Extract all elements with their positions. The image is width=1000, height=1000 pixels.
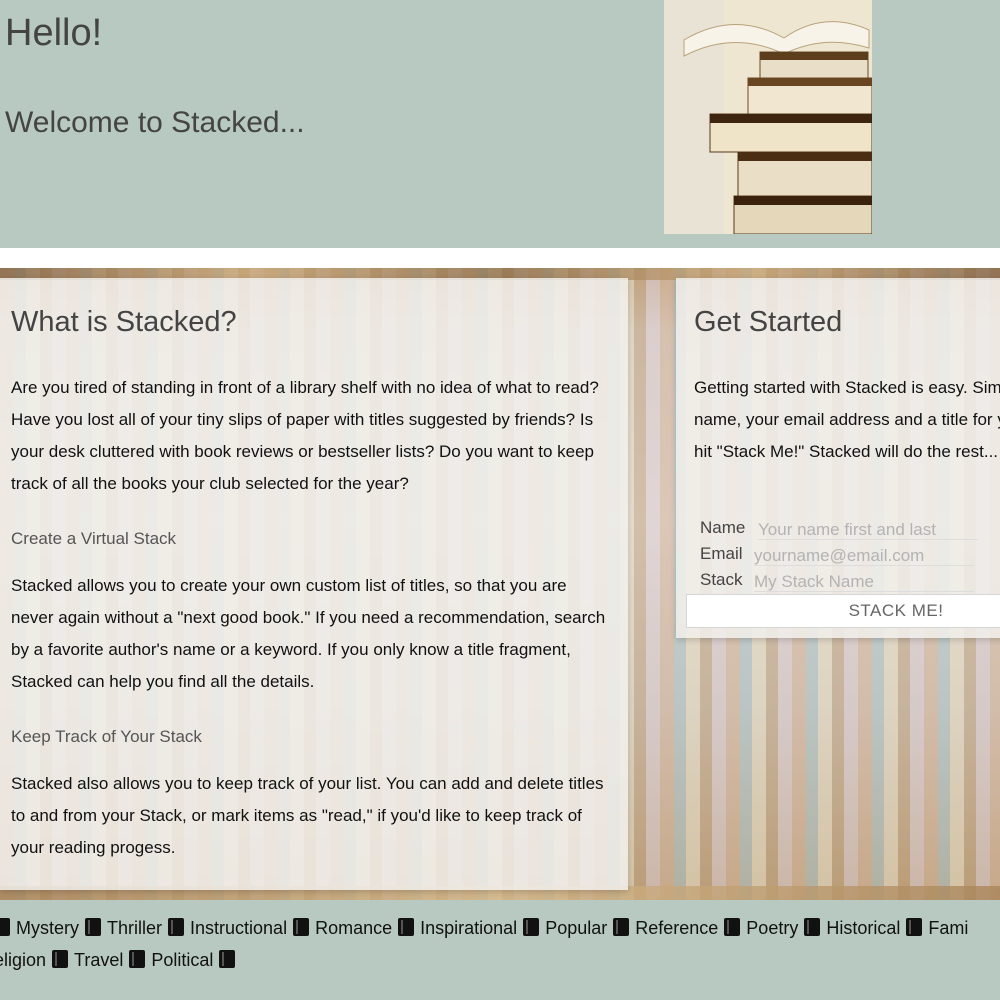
- genre-item[interactable]: Thriller: [107, 912, 162, 944]
- genre-row: eligion Travel Political: [0, 944, 1000, 976]
- genre-label: Instructional: [190, 918, 288, 938]
- stacked-books-image: [664, 0, 872, 234]
- book-icon: [219, 950, 236, 968]
- book-icon: [0, 918, 10, 936]
- genre-item[interactable]: eligion: [0, 944, 46, 976]
- get-started-title: Get Started: [694, 306, 843, 338]
- genre-item[interactable]: Historical: [826, 912, 900, 944]
- header: Hello! Welcome to Stacked...: [0, 0, 1000, 248]
- genre-label: Political: [151, 950, 214, 970]
- name-input[interactable]: [758, 520, 978, 540]
- genre-item[interactable]: Fami: [928, 912, 968, 944]
- track-stack-text: Stacked also allows you to keep track of…: [11, 774, 604, 857]
- create-stack-heading: Create a Virtual Stack: [11, 529, 177, 548]
- book-icon: [293, 918, 310, 936]
- get-started-intro: Getting started with Stacked is easy. Si…: [694, 378, 1000, 461]
- genre-label: Romance: [315, 918, 393, 938]
- stack-me-button[interactable]: STACK ME!: [686, 594, 1000, 628]
- book-icon: [398, 918, 415, 936]
- track-stack-heading: Keep Track of Your Stack: [11, 727, 202, 746]
- library-background: What is Stacked? Are you tired of standi…: [0, 268, 1000, 900]
- genre-item[interactable]: Reference: [635, 912, 718, 944]
- genre-label: Fami: [928, 918, 969, 938]
- book-icon: [52, 950, 69, 968]
- book-icon: [804, 918, 821, 936]
- welcome-heading: Welcome to Stacked...: [5, 106, 305, 139]
- book-icon: [85, 918, 101, 936]
- header-divider: [0, 248, 1000, 268]
- stack-label: Stack: [700, 570, 743, 589]
- get-started-card: Get Started Getting started with Stacked…: [676, 278, 1000, 638]
- genre-item[interactable]: Instructional: [190, 912, 287, 944]
- genre-label: Reference: [635, 918, 719, 938]
- genre-list: Mystery Thriller Instructional Romance Inspi…: [0, 912, 1000, 976]
- genre-item[interactable]: Mystery: [16, 912, 79, 944]
- books-illustration: [664, 0, 872, 234]
- genre-label: Historical: [826, 918, 901, 938]
- name-label: Name: [700, 518, 746, 537]
- about-title: What is Stacked?: [11, 306, 237, 338]
- genre-item[interactable]: Inspirational: [420, 912, 517, 944]
- book-icon: [523, 918, 540, 936]
- genre-label: Poetry: [746, 918, 799, 938]
- genre-item[interactable]: Travel: [74, 944, 123, 976]
- genre-label: eligion: [0, 950, 47, 970]
- greeting-heading: Hello!: [5, 12, 103, 54]
- create-stack-text: Stacked allows you to create your own cu…: [11, 576, 606, 691]
- genre-item[interactable]: Popular: [545, 912, 607, 944]
- stack-name-input[interactable]: [754, 572, 974, 592]
- book-icon: [129, 950, 146, 968]
- email-label: Email: [700, 544, 743, 563]
- genre-label: Travel: [74, 950, 124, 970]
- genre-item[interactable]: Political: [151, 944, 213, 976]
- genre-label: Thriller: [107, 918, 163, 938]
- about-card: What is Stacked? Are you tired of standi…: [0, 278, 628, 890]
- book-icon: [906, 918, 923, 936]
- email-input[interactable]: [754, 546, 974, 566]
- book-icon: [168, 918, 185, 936]
- about-intro: Are you tired of standing in front of a …: [11, 378, 599, 493]
- book-icon: [613, 918, 630, 936]
- genre-item[interactable]: Romance: [315, 912, 392, 944]
- genre-label: Inspirational: [420, 918, 518, 938]
- book-icon: [724, 918, 741, 936]
- genre-row: Mystery Thriller Instructional Romance Inspi…: [0, 912, 1000, 944]
- genre-label: Mystery: [16, 918, 79, 938]
- genre-item[interactable]: Poetry: [746, 912, 798, 944]
- genre-label: Popular: [545, 918, 608, 938]
